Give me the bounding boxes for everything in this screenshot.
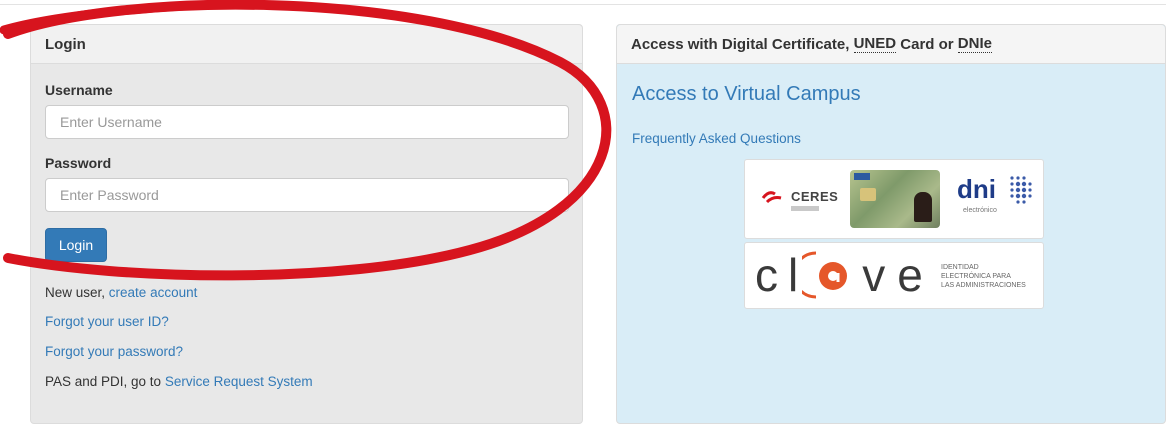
dni-logo-text: dni bbox=[957, 174, 996, 204]
ceres-swoosh-icon bbox=[761, 191, 782, 204]
top-divider bbox=[0, 0, 1166, 5]
clave-letter-l: l bbox=[788, 249, 799, 301]
pas-pdi-line: PAS and PDI, go to Service Request Syste… bbox=[45, 374, 313, 389]
clave-tagline-line1: IDENTIDAD bbox=[941, 264, 979, 271]
clave-letter-e: e bbox=[897, 249, 923, 301]
username-input[interactable] bbox=[45, 105, 569, 139]
new-user-line: New user, create account bbox=[45, 285, 197, 300]
dni-dots-icon bbox=[1010, 176, 1032, 204]
login-panel: Login Username Password Login New user, … bbox=[30, 24, 583, 424]
pas-pdi-text: PAS and PDI, go to bbox=[45, 374, 162, 389]
username-label: Username bbox=[45, 82, 113, 98]
certificate-panel: Access with Digital Certificate, UNED Ca… bbox=[616, 24, 1166, 424]
new-user-text: New user, bbox=[45, 285, 106, 300]
card-brand-tag bbox=[854, 173, 870, 180]
forgot-user-id-link[interactable]: Forgot your user ID? bbox=[45, 314, 169, 329]
clave-tagline-line3: LAS ADMINISTRACIONES bbox=[941, 282, 1026, 289]
forgot-password-line: Forgot your password? bbox=[45, 344, 183, 359]
clave-logo: c l v e bbox=[755, 249, 923, 301]
clave-letter-v: v bbox=[862, 249, 886, 301]
clave-tagline: IDENTIDAD ELECTRÓNICA PARA LAS ADMINISTR… bbox=[941, 263, 1026, 290]
clave-tagline-line2: ELECTRÓNICA PARA bbox=[941, 273, 1011, 280]
clave-at-icon bbox=[802, 251, 848, 299]
password-input[interactable] bbox=[45, 178, 569, 212]
virtual-campus-link[interactable]: Access to Virtual Campus bbox=[632, 83, 861, 106]
login-panel-title: Login bbox=[31, 25, 582, 64]
forgot-password-link[interactable]: Forgot your password? bbox=[45, 344, 183, 359]
ceres-subtitle-mark bbox=[791, 206, 819, 211]
certificate-logos-box[interactable]: CERES dni electrónico bbox=[744, 159, 1044, 239]
create-account-link[interactable]: create account bbox=[109, 285, 198, 300]
password-label: Password bbox=[45, 155, 112, 171]
card-photo bbox=[914, 192, 932, 222]
service-request-link[interactable]: Service Request System bbox=[165, 374, 313, 389]
cert-title-prefix: Access with Digital Certificate, bbox=[631, 35, 850, 53]
faq-link[interactable]: Frequently Asked Questions bbox=[632, 131, 801, 146]
dnie-abbr: DNIe bbox=[957, 35, 992, 53]
forgot-id-line: Forgot your user ID? bbox=[45, 314, 169, 329]
dni-subtitle: electrónico bbox=[963, 207, 997, 214]
certificate-panel-title: Access with Digital Certificate, UNED Ca… bbox=[617, 25, 1165, 64]
uned-card-image bbox=[850, 170, 940, 228]
clave-letter-c: c bbox=[755, 249, 778, 301]
ceres-text: CERES bbox=[791, 188, 839, 204]
login-button[interactable]: Login bbox=[45, 228, 107, 262]
ceres-logo: CERES bbox=[761, 188, 838, 204]
cert-title-middle: Card or bbox=[900, 35, 954, 53]
card-chip-icon bbox=[860, 188, 876, 201]
clave-logo-box[interactable]: c l v e IDENTIDAD ELECTRÓNICA PARA LAS A… bbox=[744, 242, 1044, 309]
uned-abbr: UNED bbox=[853, 35, 897, 53]
